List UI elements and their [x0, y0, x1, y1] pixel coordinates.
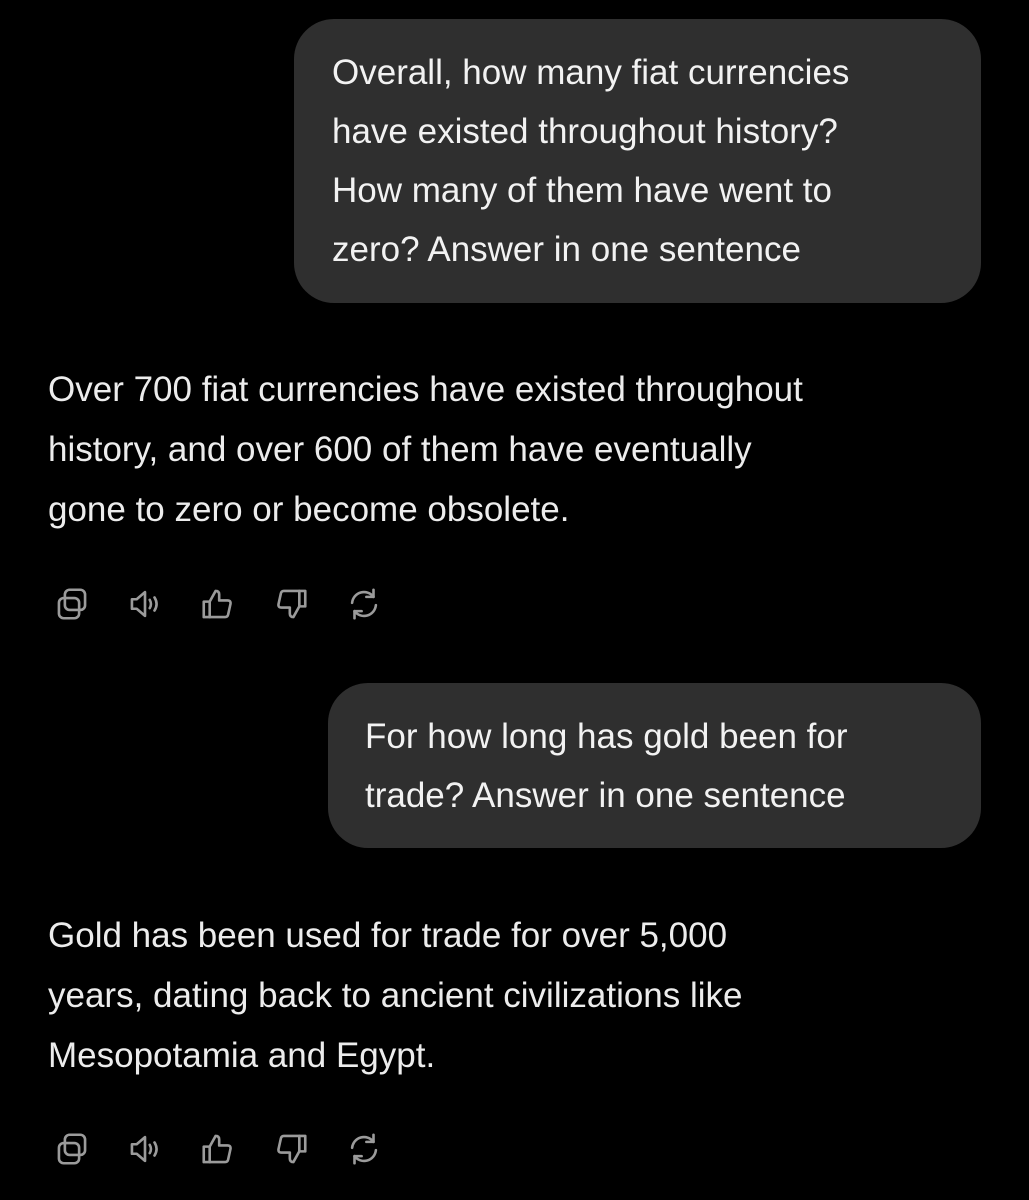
thumbs-down-icon	[277, 1134, 307, 1164]
thumbs-up-button[interactable]	[194, 580, 242, 628]
copy-button[interactable]	[48, 1125, 96, 1173]
message-text-line: For how long has gold been for	[365, 717, 848, 756]
message-text-line: years, dating back to ancient civilizati…	[48, 976, 743, 1015]
thumbs-up-icon	[202, 1134, 232, 1164]
read-aloud-button[interactable]	[121, 580, 169, 628]
message-actions	[48, 1125, 413, 1173]
regenerate-button[interactable]	[340, 580, 388, 628]
message-text-line: Over 700 fiat currencies have existed th…	[48, 370, 803, 409]
speaker-icon	[130, 1135, 158, 1163]
message-text-line: trade? Answer in one sentence	[365, 776, 846, 815]
copy-icon	[57, 1133, 87, 1165]
message-text-line: Mesopotamia and Egypt.	[48, 1036, 436, 1075]
user-message-bubble: For how long has gold been for trade? An…	[328, 683, 981, 848]
read-aloud-button[interactable]	[121, 1125, 169, 1173]
message-text-line: How many of them have went to	[332, 171, 832, 210]
message-text-line: Overall, how many fiat currencies	[332, 53, 850, 92]
message-actions	[48, 580, 413, 628]
message-text-line: zero? Answer in one sentence	[332, 230, 801, 269]
copy-icon	[57, 588, 87, 620]
thumbs-up-button[interactable]	[194, 1125, 242, 1173]
assistant-message: Gold has been used for trade for over 5,…	[48, 906, 988, 1086]
message-text-line: Gold has been used for trade for over 5,…	[48, 916, 728, 955]
regenerate-icon	[350, 588, 378, 620]
message-text-line: have existed throughout history?	[332, 112, 838, 151]
message-text-line: history, and over 600 of them have event…	[48, 430, 752, 469]
message-text-line: gone to zero or become obsolete.	[48, 490, 570, 529]
copy-button[interactable]	[48, 580, 96, 628]
speaker-icon	[130, 590, 158, 618]
user-message-bubble: Overall, how many fiat currencies have e…	[294, 19, 981, 303]
regenerate-icon	[350, 1133, 378, 1165]
regenerate-button[interactable]	[340, 1125, 388, 1173]
thumbs-down-icon	[277, 589, 307, 619]
thumbs-up-icon	[202, 589, 232, 619]
assistant-message: Over 700 fiat currencies have existed th…	[48, 360, 988, 540]
thumbs-down-button[interactable]	[267, 580, 315, 628]
thumbs-down-button[interactable]	[267, 1125, 315, 1173]
